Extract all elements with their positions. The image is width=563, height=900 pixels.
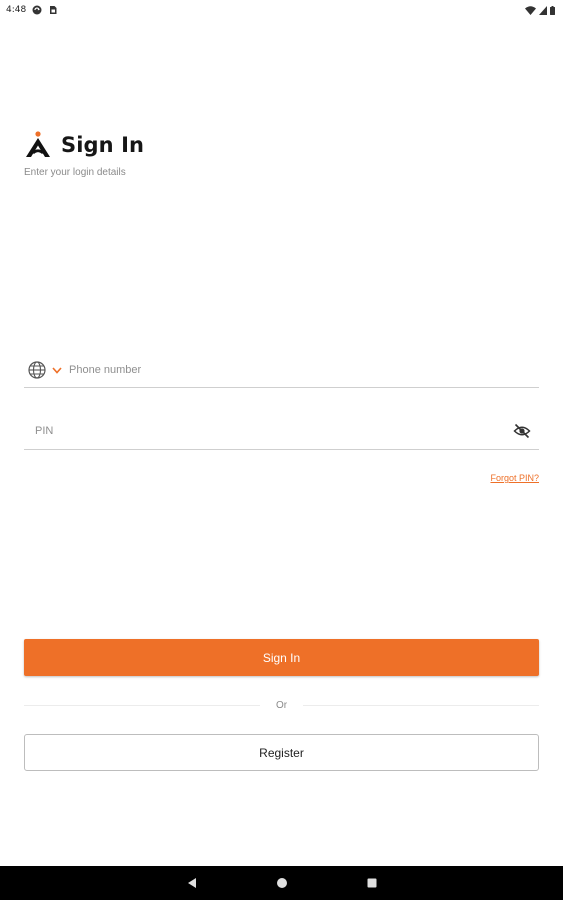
divider-line-right — [303, 704, 540, 706]
status-bar: 4:48 — [0, 0, 563, 20]
recents-button[interactable] — [327, 866, 417, 900]
eye-off-icon[interactable] — [513, 422, 531, 440]
navigation-bar — [0, 866, 563, 900]
signal-icon — [539, 5, 547, 15]
globe-icon[interactable] — [27, 360, 47, 380]
back-icon — [187, 878, 196, 888]
sync-icon — [32, 5, 42, 15]
brand-logo-icon — [26, 131, 50, 157]
forgot-pin-link[interactable]: Forgot PIN? — [490, 473, 539, 483]
phone-field — [24, 352, 539, 388]
wifi-icon — [525, 5, 536, 15]
header: Sign In — [24, 131, 144, 159]
phone-number-input[interactable] — [69, 363, 469, 376]
or-divider: Or — [24, 697, 540, 713]
or-label: Or — [275, 699, 288, 711]
sign-in-button[interactable]: Sign In — [24, 639, 539, 676]
battery-icon — [550, 5, 555, 15]
home-button[interactable] — [237, 866, 327, 900]
status-time: 4:48 — [6, 5, 27, 15]
sim-card-icon — [50, 6, 57, 14]
page-title: Sign In — [61, 133, 145, 157]
page-subtitle: Enter your login details — [24, 167, 126, 178]
status-right — [525, 5, 555, 15]
recents-icon — [367, 878, 376, 888]
divider-line-left — [24, 704, 260, 706]
chevron-down-icon[interactable] — [51, 364, 63, 376]
back-button[interactable] — [147, 866, 237, 900]
status-left: 4:48 — [6, 5, 58, 15]
home-icon — [276, 878, 287, 888]
pin-input[interactable] — [35, 424, 475, 437]
pin-field — [24, 412, 539, 450]
register-button[interactable]: Register — [24, 734, 539, 771]
